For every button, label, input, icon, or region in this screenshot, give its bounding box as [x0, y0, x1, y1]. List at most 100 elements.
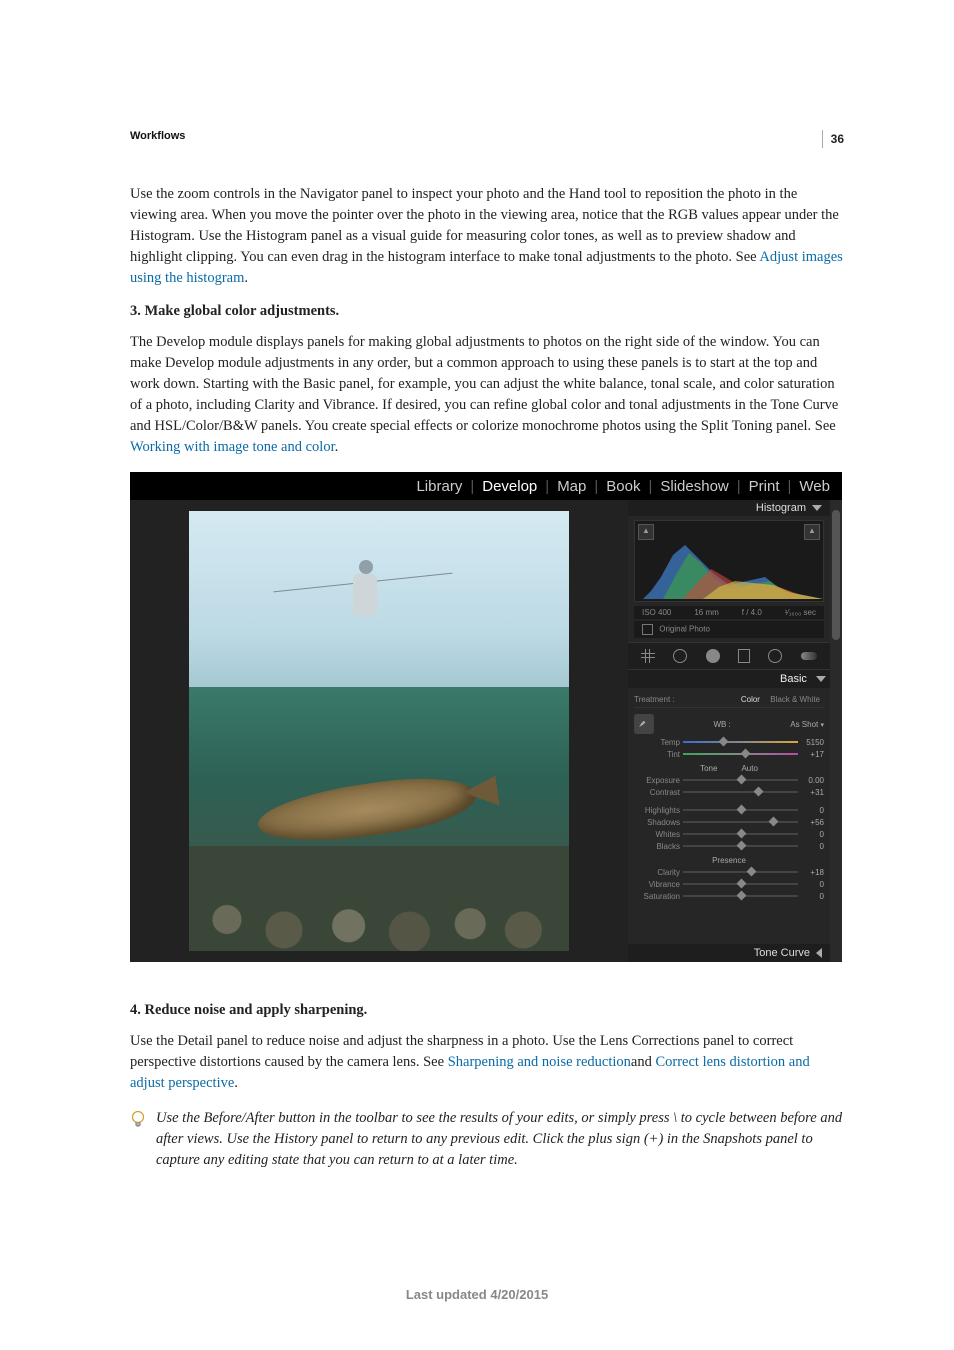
treatment-bw[interactable]: Black & White	[766, 695, 824, 704]
presence-label: Presence	[712, 856, 746, 865]
clarity-value[interactable]: +18	[798, 868, 824, 877]
text: The Develop module displays panels for m…	[130, 334, 838, 434]
histogram-panel-header[interactable]: Histogram	[628, 500, 830, 516]
disclosure-triangle-icon[interactable]	[812, 505, 822, 511]
histogram[interactable]	[634, 520, 824, 602]
shadows-slider[interactable]	[683, 817, 798, 827]
saturation-label: Saturation	[634, 892, 683, 901]
module-picker: Library | Develop | Map | Book | Slidesh…	[130, 472, 842, 500]
blacks-slider-row: Blacks 0	[634, 840, 824, 852]
wb-preset-dropdown[interactable]: As Shot ▾	[790, 720, 824, 729]
original-photo-row[interactable]: Original Photo	[634, 621, 824, 638]
highlights-slider[interactable]	[683, 805, 798, 815]
basic-panel-header[interactable]: Basic	[628, 670, 830, 688]
shadows-slider-row: Shadows +56	[634, 816, 824, 828]
auto-tone-button[interactable]: Auto	[741, 764, 757, 773]
saturation-slider[interactable]	[683, 891, 798, 901]
highlights-label: Highlights	[634, 806, 683, 815]
whites-label: Whites	[634, 830, 683, 839]
shadows-value[interactable]: +56	[798, 818, 824, 827]
highlights-value[interactable]: 0	[798, 806, 824, 815]
spot-removal-tool-icon[interactable]	[673, 649, 687, 663]
tone-subheader: Tone Auto	[634, 760, 824, 774]
link-sharpening[interactable]: Sharpening and noise reduction	[448, 1054, 631, 1070]
presence-subheader: Presence	[634, 852, 824, 866]
module-book[interactable]: Book	[600, 478, 646, 495]
histogram-title: Histogram	[756, 502, 806, 514]
saturation-slider-row: Saturation 0	[634, 890, 824, 902]
local-adjustment-toolstrip	[628, 642, 830, 670]
photo	[189, 511, 569, 951]
page-footer: Last updated 4/20/2015	[0, 1287, 954, 1302]
temp-value[interactable]: 5150	[798, 738, 824, 747]
whites-slider[interactable]	[683, 829, 798, 839]
paragraph-intro: Use the zoom controls in the Navigator p…	[130, 184, 844, 289]
disclosure-triangle-icon[interactable]	[816, 948, 822, 958]
temp-slider[interactable]	[683, 737, 798, 747]
blacks-value[interactable]: 0	[798, 842, 824, 851]
exif-iso: ISO 400	[642, 608, 671, 617]
vibrance-label: Vibrance	[634, 880, 683, 889]
disclosure-triangle-icon[interactable]	[816, 676, 826, 682]
basic-title: Basic	[780, 673, 807, 685]
exposure-slider[interactable]	[683, 775, 798, 785]
basic-panel: Basic Treatment : Color Black & White WB…	[628, 670, 830, 944]
step-heading-4: 4. Reduce noise and apply sharpening.	[130, 1002, 844, 1019]
contrast-value[interactable]: +31	[798, 788, 824, 797]
text: .	[234, 1075, 238, 1091]
separator: |	[646, 478, 654, 495]
module-develop[interactable]: Develop	[476, 478, 543, 495]
exposure-value[interactable]: 0.00	[798, 776, 824, 785]
tone-curve-panel-header[interactable]: Tone Curve	[628, 944, 830, 962]
vibrance-value[interactable]: 0	[798, 880, 824, 889]
text: Use the zoom controls in the Navigator p…	[130, 186, 839, 265]
contrast-slider-row: Contrast +31	[634, 786, 824, 798]
module-map[interactable]: Map	[551, 478, 592, 495]
lightbulb-icon	[130, 1108, 148, 1171]
tint-slider[interactable]	[683, 749, 798, 759]
vibrance-slider[interactable]	[683, 879, 798, 889]
treatment-color[interactable]: Color	[737, 695, 764, 704]
develop-module-figure: Library | Develop | Map | Book | Slidesh…	[130, 472, 842, 962]
riverbed-rocks	[189, 846, 569, 952]
redeye-tool-icon[interactable]	[706, 649, 720, 663]
panel-scrollbar[interactable]	[830, 500, 842, 962]
tint-slider-row: Tint +17	[634, 748, 824, 760]
tint-value[interactable]: +17	[798, 750, 824, 759]
temp-label: Temp	[634, 738, 683, 747]
step-heading-3: 3. Make global color adjustments.	[130, 303, 844, 320]
tint-label: Tint	[634, 750, 683, 759]
clarity-slider-row: Clarity +18	[634, 866, 824, 878]
adjustment-brush-tool-icon[interactable]	[801, 652, 817, 660]
crop-tool-icon[interactable]	[641, 649, 655, 663]
clarity-slider[interactable]	[683, 867, 798, 877]
blacks-slider[interactable]	[683, 841, 798, 851]
exposure-slider-row: Exposure 0.00	[634, 774, 824, 786]
graduated-filter-tool-icon[interactable]	[738, 649, 750, 663]
module-library[interactable]: Library	[410, 478, 468, 495]
exif-shutter: ¹⁄₁₆₀₀ sec	[785, 608, 816, 617]
text: .	[335, 439, 339, 455]
exposure-label: Exposure	[634, 776, 683, 785]
whites-value[interactable]: 0	[798, 830, 824, 839]
temp-slider-row: Temp 5150	[634, 736, 824, 748]
module-web[interactable]: Web	[793, 478, 836, 495]
photo-viewer[interactable]	[130, 500, 628, 962]
treatment-row: Treatment : Color Black & White	[634, 692, 824, 708]
text: and	[631, 1054, 656, 1070]
paragraph-detail-lens: Use the Detail panel to reduce noise and…	[130, 1031, 844, 1094]
checkbox-icon[interactable]	[642, 624, 653, 635]
treatment-label: Treatment :	[634, 695, 675, 704]
radial-filter-tool-icon[interactable]	[768, 649, 782, 663]
wb-dropper-tool-icon[interactable]	[634, 714, 654, 734]
blacks-label: Blacks	[634, 842, 683, 851]
module-slideshow[interactable]: Slideshow	[654, 478, 734, 495]
wb-label: WB :	[660, 720, 784, 729]
exif-aperture: f / 4.0	[742, 608, 762, 617]
contrast-slider[interactable]	[683, 787, 798, 797]
tip-text: Use the Before/After button in the toolb…	[156, 1108, 844, 1171]
link-tone-and-color[interactable]: Working with image tone and color	[130, 439, 335, 455]
scrollbar-thumb[interactable]	[832, 510, 840, 640]
saturation-value[interactable]: 0	[798, 892, 824, 901]
module-print[interactable]: Print	[743, 478, 786, 495]
